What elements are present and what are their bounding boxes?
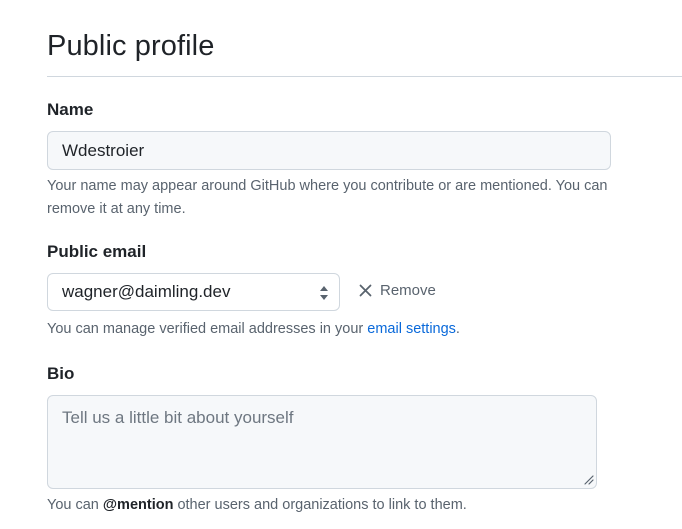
resize-handle-icon[interactable] — [583, 474, 594, 485]
bio-textarea[interactable] — [47, 395, 597, 489]
name-note-line-1: Your name may appear around GitHub where… — [47, 178, 608, 194]
public-email-label: Public email — [47, 242, 147, 261]
name-label: Name — [47, 100, 94, 119]
name-note: Your name may appear around GitHub where… — [47, 175, 608, 221]
select-arrows-icon — [320, 286, 328, 300]
title-divider — [47, 76, 682, 77]
email-settings-link[interactable]: email settings — [367, 321, 456, 337]
remove-email-label: Remove — [380, 282, 436, 299]
public-email-select[interactable]: wagner@daimling.dev — [47, 273, 340, 311]
email-note-suffix: . — [455, 321, 460, 337]
page-title: Public profile — [47, 30, 215, 62]
name-input[interactable] — [47, 131, 611, 170]
mention-text: @mention — [102, 497, 174, 513]
bio-note-suffix: other users and organizations to link to… — [173, 497, 467, 513]
bio-label: Bio — [47, 364, 75, 383]
name-note-line-2: remove it at any time. — [47, 201, 186, 217]
bio-note-prefix: You can — [47, 497, 103, 513]
email-note: You can manage verified email addresses … — [47, 318, 460, 341]
email-note-prefix: You can manage verified email addresses … — [47, 321, 368, 337]
public-email-selected-value: wagner@daimling.dev — [62, 282, 231, 301]
remove-email-button[interactable]: Remove — [359, 282, 436, 299]
bio-note: You can @mention other users and organiz… — [47, 494, 467, 517]
close-icon — [359, 284, 372, 297]
